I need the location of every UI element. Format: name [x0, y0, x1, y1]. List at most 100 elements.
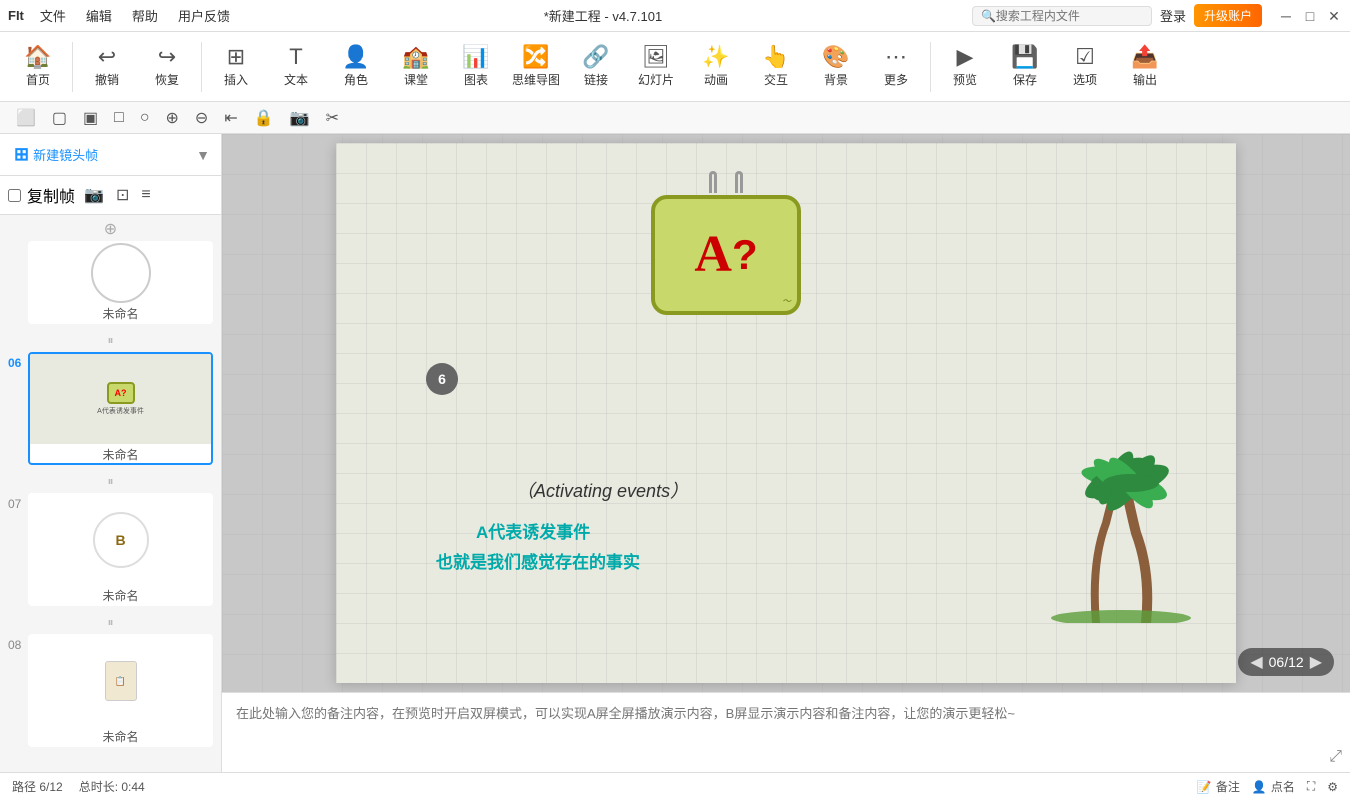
classroom-icon: 🏫: [402, 46, 429, 68]
menu-edit[interactable]: 编辑: [82, 4, 116, 27]
list-item[interactable]: 07 B 未命名: [0, 491, 221, 612]
toolbar-text[interactable]: T 文本: [266, 36, 326, 98]
align-left-icon[interactable]: ⇤: [220, 106, 241, 130]
sign-board[interactable]: A ? ～: [646, 173, 806, 313]
slide-thumb-content: 📋: [30, 636, 211, 726]
toolbar-options[interactable]: ☑ 选项: [1055, 36, 1115, 98]
search-box[interactable]: 🔍: [972, 6, 1152, 26]
shape-rect-icon[interactable]: ⬜: [12, 106, 40, 130]
window-title: *新建工程 - v4.7.101: [234, 6, 972, 25]
toolbar-slideshow[interactable]: 🖼 幻灯片: [626, 36, 686, 98]
settings-icon[interactable]: ⚙: [1327, 780, 1338, 794]
camera-icon[interactable]: 📷: [286, 106, 314, 130]
menu-file[interactable]: 文件: [36, 4, 70, 27]
slide-thumbnail-active[interactable]: A? A代表诱发事件 未命名: [28, 352, 213, 465]
login-button[interactable]: 登录: [1160, 6, 1186, 25]
slide-thumb-content: B: [30, 495, 211, 585]
menu-feedback[interactable]: 用户反馈: [174, 4, 234, 27]
notes-input[interactable]: [222, 693, 1350, 772]
toolbar-preview[interactable]: ▶ 预览: [935, 36, 995, 98]
toolbar-mindmap[interactable]: 🔀 思维导图: [506, 36, 566, 98]
zoom-in-icon[interactable]: ⊕: [162, 106, 183, 130]
shape-circle-icon[interactable]: ○: [136, 107, 154, 129]
slide-separator-1[interactable]: ⏸: [0, 330, 221, 350]
fullscreen-icon[interactable]: ⛶: [1307, 779, 1315, 794]
list-item[interactable]: 06 A? A代表诱发事件 未命名: [0, 350, 221, 471]
maximize-button[interactable]: □: [1302, 8, 1318, 24]
activating-text: （Activating events）: [516, 477, 688, 503]
slide-num: 06: [8, 356, 28, 370]
crop-icon[interactable]: ✂: [322, 106, 343, 130]
shape-roundrect-icon[interactable]: ▢: [48, 106, 71, 130]
chinese-text-2-content: 也就是我们感觉存在的事实: [436, 553, 640, 572]
slide-label: 未命名: [30, 728, 211, 745]
add-slide-icon: ⊕: [104, 219, 117, 239]
slide-num: 08: [8, 638, 28, 652]
toolbar-classroom[interactable]: 🏫 课堂: [386, 36, 446, 98]
page-next-button[interactable]: ▶: [1310, 652, 1322, 672]
list-item[interactable]: 未命名: [0, 239, 221, 330]
copy-frame-label: 复制帧: [27, 183, 75, 207]
toolbar-insert[interactable]: ⊞ 插入: [206, 36, 266, 98]
chinese-text-2: 也就是我们感觉存在的事实: [436, 548, 640, 573]
notes-expand-icon[interactable]: ⤢: [1329, 748, 1342, 766]
slide-canvas[interactable]: 6 A ? ～: [336, 143, 1236, 683]
zoom-out-icon[interactable]: ⊖: [191, 106, 212, 130]
menu-help[interactable]: 帮助: [128, 4, 162, 27]
shape-roundrect2-icon[interactable]: ▣: [79, 106, 102, 130]
page-counter: ◀ 06/12 ▶: [1238, 648, 1334, 676]
mindmap-icon: 🔀: [522, 46, 549, 68]
canvas-area[interactable]: 6 A ? ～: [222, 134, 1350, 692]
background-icon: 🎨: [822, 46, 849, 68]
sign-decoration: ～: [782, 294, 791, 307]
points-status-button[interactable]: 👤 点名: [1252, 778, 1295, 795]
close-button[interactable]: ✕: [1326, 8, 1342, 24]
slides-list: ⊕ 未命名 ⏸ 06: [0, 215, 221, 772]
notes-status-button[interactable]: 📝 备注: [1197, 778, 1240, 795]
chinese-text-1: A代表诱发事件: [476, 518, 590, 543]
toolbar-undo[interactable]: ↩ 撤销: [77, 36, 137, 98]
new-frame-button[interactable]: ⊞ 新建镜头帧: [8, 140, 187, 169]
toolbar-home[interactable]: 🏠 首页: [8, 36, 68, 98]
slide-thumbnail[interactable]: 📋 未命名: [28, 634, 213, 747]
toolbar-interact[interactable]: 👆 交互: [746, 36, 806, 98]
slide-separator-3[interactable]: ⏸: [0, 612, 221, 632]
slide-separator-top[interactable]: ⊕: [0, 219, 221, 239]
toolbar-export[interactable]: 📤 输出: [1115, 36, 1175, 98]
toolbar-insert-label: 插入: [224, 71, 248, 88]
slide-sep-icon-3: ⏸: [107, 615, 113, 630]
lock-icon[interactable]: 🔒: [250, 106, 278, 130]
minimize-button[interactable]: ─: [1278, 8, 1294, 24]
toolbar-animation[interactable]: ✨ 动画: [686, 36, 746, 98]
toolbar-more[interactable]: ⋯ 更多: [866, 36, 926, 98]
toolbar-save[interactable]: 💾 保存: [995, 36, 1055, 98]
toolbar-options-label: 选项: [1073, 71, 1097, 88]
badge-number: 6: [438, 371, 446, 387]
search-input[interactable]: [996, 9, 1126, 23]
upgrade-button[interactable]: 升级账户: [1194, 4, 1262, 27]
toolbar-background[interactable]: 🎨 背景: [806, 36, 866, 98]
sidebar-dropdown-button[interactable]: ▼: [193, 145, 213, 165]
path-status: 路径 6/12: [12, 778, 63, 795]
slide-thumbnail[interactable]: 未命名: [28, 241, 213, 324]
toolbar-role[interactable]: 👤 角色: [326, 36, 386, 98]
copy-frame-checkbox[interactable]: [8, 189, 21, 202]
search-icon: 🔍: [981, 9, 996, 23]
toolbar-link[interactable]: 🔗 链接: [566, 36, 626, 98]
sidebar-tools: 复制帧 📷 ⊡ ≡: [0, 176, 221, 215]
toolbar-redo[interactable]: ↪ 恢复: [137, 36, 197, 98]
crop-tool-icon[interactable]: ⊡: [113, 182, 132, 208]
page-prev-button[interactable]: ◀: [1250, 652, 1262, 672]
text-icon: T: [289, 46, 302, 68]
toolbar-chart[interactable]: 📊 图表: [446, 36, 506, 98]
list-tool-icon[interactable]: ≡: [138, 183, 153, 207]
shape-square-icon[interactable]: □: [110, 107, 128, 129]
screenshot-icon[interactable]: 📷: [81, 182, 107, 208]
list-item[interactable]: 08 📋 未命名: [0, 632, 221, 753]
slide-thumb-content: [30, 243, 211, 303]
slide-separator-2[interactable]: ⏸: [0, 471, 221, 491]
slide-badge: 6: [426, 363, 458, 395]
slide-thumbnail[interactable]: B 未命名: [28, 493, 213, 606]
home-icon: 🏠: [24, 46, 51, 68]
page-display: 06/12: [1269, 654, 1304, 670]
